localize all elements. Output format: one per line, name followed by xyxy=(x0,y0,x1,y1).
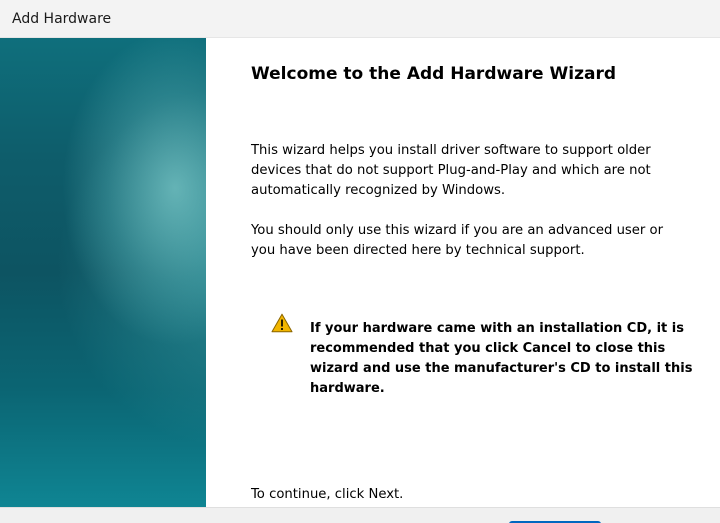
warning-text: If your hardware came with an installati… xyxy=(310,321,693,396)
window-title: Add Hardware xyxy=(12,11,112,27)
wizard-content: Welcome to the Add Hardware Wizard This … xyxy=(206,38,720,507)
title-bar[interactable]: Add Hardware xyxy=(0,0,720,38)
wizard-button-bar xyxy=(0,507,720,523)
continue-instruction: To continue, click Next. xyxy=(251,487,404,502)
wizard-description: This wizard helps you install driver sof… xyxy=(251,143,651,198)
add-hardware-window: Add Hardware Welcome to the Add Hardware… xyxy=(0,0,720,523)
wizard-advanced-note: You should only use this wizard if you a… xyxy=(251,223,664,258)
warning-notice: If your hardware came with an installati… xyxy=(271,313,711,396)
warning-icon xyxy=(271,313,293,333)
wizard-heading: Welcome to the Add Hardware Wizard xyxy=(251,64,616,84)
wizard-side-banner xyxy=(0,38,206,507)
